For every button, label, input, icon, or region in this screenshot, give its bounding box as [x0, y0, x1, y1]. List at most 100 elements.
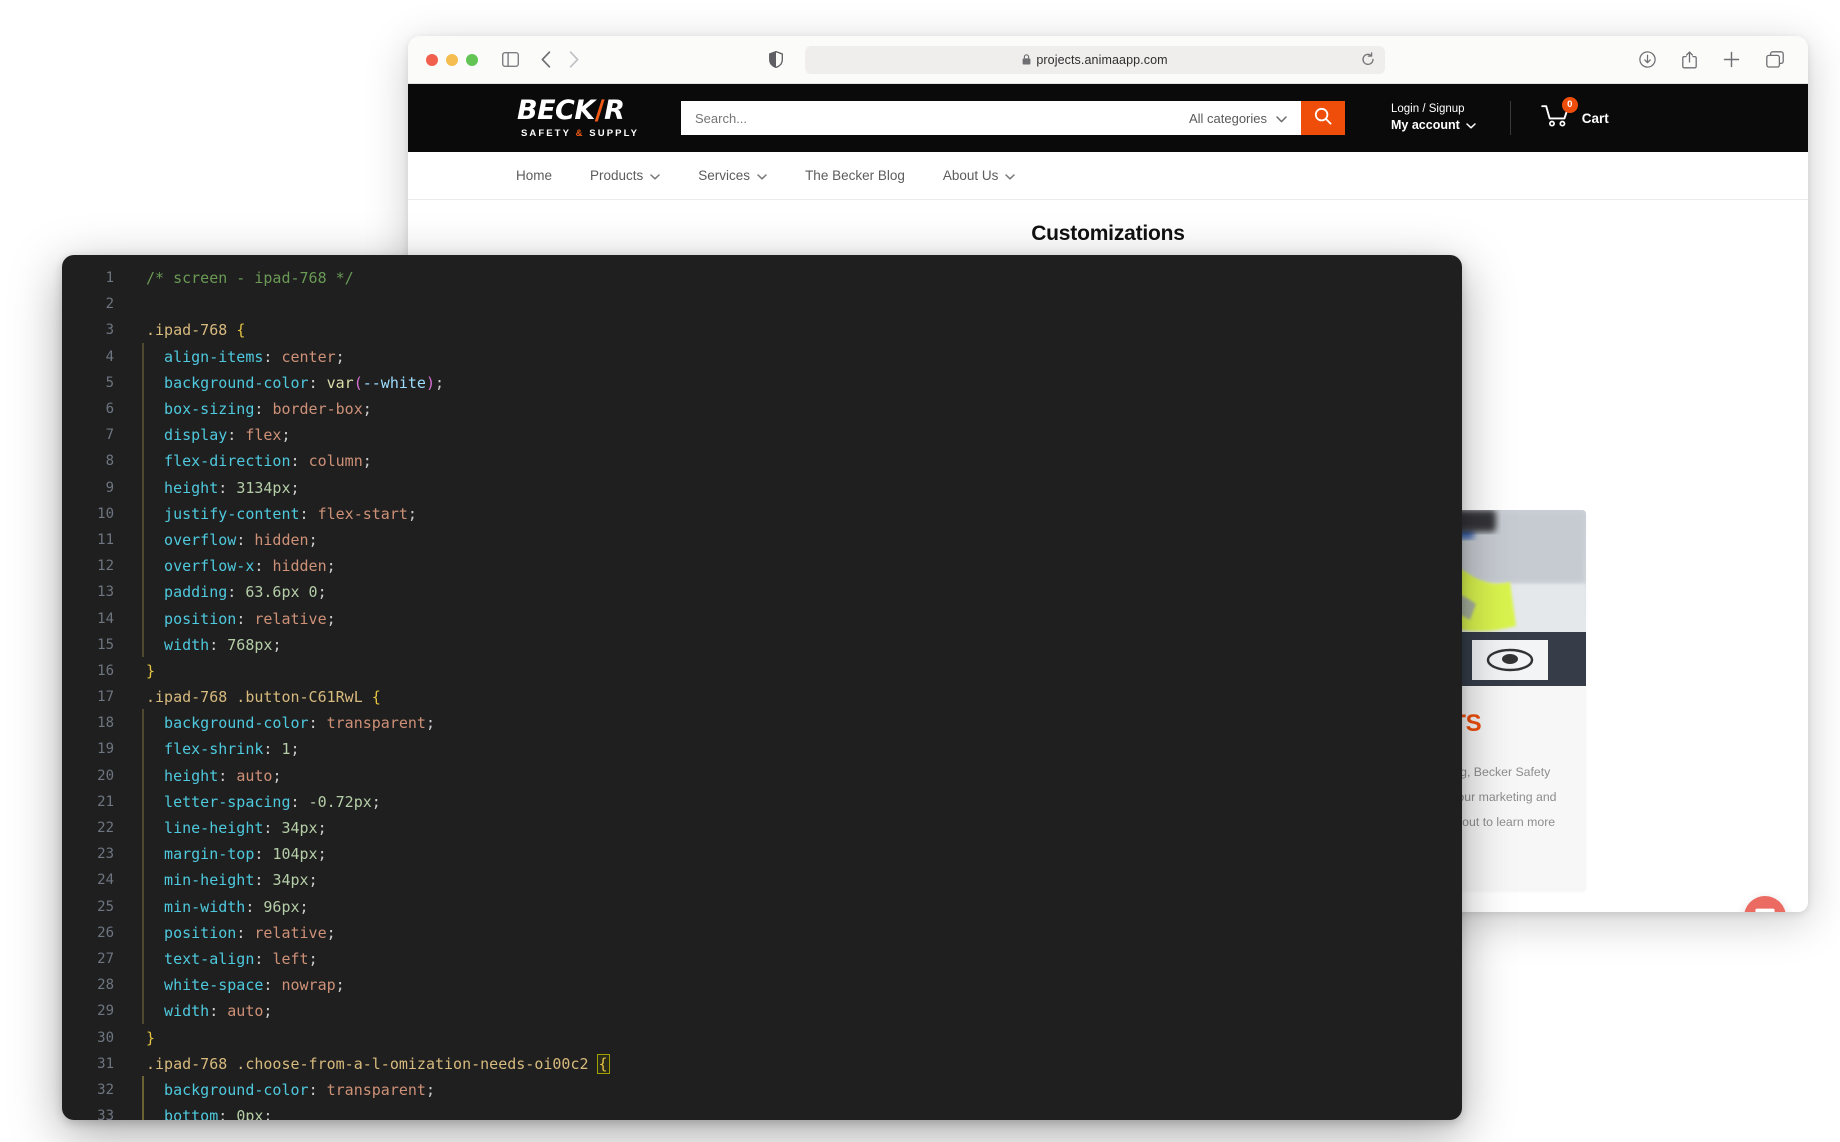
token-prop: background-color	[146, 714, 309, 732]
code-line[interactable]: 18 background-color: transparent;	[62, 710, 1462, 736]
code-line[interactable]: 10 justify-content: flex-start;	[62, 501, 1462, 527]
token-punc: ;	[336, 976, 345, 994]
token-val: auto	[227, 1002, 263, 1020]
becker-logo[interactable]: BECK∕R SAFETY & SUPPLY	[517, 97, 643, 139]
token-val: hidden	[272, 557, 326, 575]
code-line[interactable]: 19 flex-shrink: 1;	[62, 736, 1462, 762]
code-text: text-align: left;	[136, 950, 318, 968]
category-select[interactable]: All categories	[1185, 101, 1301, 135]
code-line[interactable]: 17.ipad-768 .button-C61RwL {	[62, 684, 1462, 710]
code-text: justify-content: flex-start;	[136, 505, 417, 523]
token-prop: background-color	[146, 1081, 309, 1099]
token-brace: {	[598, 1055, 609, 1073]
code-text: min-width: 96px;	[136, 898, 309, 916]
code-line[interactable]: 31.ipad-768 .choose-from-a-l-omization-n…	[62, 1051, 1462, 1077]
reload-icon[interactable]	[1361, 52, 1375, 67]
line-number: 21	[62, 794, 136, 810]
token-punc: :	[218, 479, 236, 497]
tab-overview-icon[interactable]	[1766, 51, 1784, 68]
code-text: position: relative;	[136, 924, 336, 942]
search-input[interactable]	[681, 101, 1185, 135]
code-line[interactable]: 2	[62, 291, 1462, 317]
code-line[interactable]: 24 min-height: 34px;	[62, 867, 1462, 893]
nav-item-products[interactable]: Products	[590, 168, 660, 183]
cart-count-badge: 0	[1562, 97, 1578, 113]
code-line[interactable]: 6 box-sizing: border-box;	[62, 396, 1462, 422]
token-prop: white-space	[146, 976, 263, 994]
code-line[interactable]: 15 width: 768px;	[62, 632, 1462, 658]
login-signup-link[interactable]: Login / Signup	[1391, 101, 1476, 117]
code-line[interactable]: 7 display: flex;	[62, 422, 1462, 448]
chat-bubble-icon[interactable]	[1744, 896, 1786, 912]
cart-button[interactable]: 0 Cart	[1541, 104, 1609, 133]
account-menu[interactable]: Login / Signup My account	[1391, 101, 1476, 135]
token-prop: background-color	[146, 374, 309, 392]
code-lines[interactable]: 1/* screen - ipad-768 */23.ipad-768 {4 a…	[62, 255, 1462, 1120]
sidebar-toggle-icon[interactable]	[502, 52, 519, 67]
my-account-button[interactable]: My account	[1391, 117, 1476, 135]
lock-icon	[1022, 54, 1031, 65]
code-line[interactable]: 21 letter-spacing: -0.72px;	[62, 789, 1462, 815]
code-line[interactable]: 20 height: auto;	[62, 763, 1462, 789]
code-line[interactable]: 16}	[62, 658, 1462, 684]
minimize-window-button[interactable]	[446, 54, 458, 66]
token-punc: :	[218, 767, 236, 785]
token-val: center	[281, 348, 335, 366]
code-line[interactable]: 23 margin-top: 104px;	[62, 841, 1462, 867]
code-line[interactable]: 1/* screen - ipad-768 */	[62, 265, 1462, 291]
privacy-shield-icon[interactable]	[769, 51, 783, 68]
code-line[interactable]: 5 background-color: var(--white);	[62, 370, 1462, 396]
chevron-down-icon	[1276, 111, 1287, 126]
token-punc: ;	[426, 1081, 435, 1099]
nav-item-home[interactable]: Home	[516, 168, 552, 183]
line-number: 24	[62, 872, 136, 888]
code-line[interactable]: 30}	[62, 1024, 1462, 1050]
share-icon[interactable]	[1682, 51, 1697, 69]
token-punc: ;	[300, 898, 309, 916]
code-line[interactable]: 33 bottom: 0px;	[62, 1103, 1462, 1120]
code-line[interactable]: 8 flex-direction: column;	[62, 448, 1462, 474]
code-line[interactable]: 9 height: 3134px;	[62, 475, 1462, 501]
token-val: left	[272, 950, 308, 968]
code-text: padding: 63.6px 0;	[136, 583, 327, 601]
line-number: 3	[62, 322, 136, 338]
back-arrow-icon[interactable]	[541, 51, 551, 68]
code-line[interactable]: 28 white-space: nowrap;	[62, 972, 1462, 998]
plus-icon[interactable]	[1723, 51, 1740, 68]
forward-arrow-icon[interactable]	[569, 51, 579, 68]
nav-item-services[interactable]: Services	[698, 168, 767, 183]
line-number: 19	[62, 741, 136, 757]
token-punc: :	[236, 924, 254, 942]
nav-label: Services	[698, 168, 750, 183]
code-editor-panel[interactable]: 1/* screen - ipad-768 */23.ipad-768 {4 a…	[62, 255, 1462, 1120]
token-num: 96px	[263, 898, 299, 916]
code-line[interactable]: 11 overflow: hidden;	[62, 527, 1462, 553]
code-line[interactable]: 3.ipad-768 {	[62, 317, 1462, 343]
code-line[interactable]: 26 position: relative;	[62, 920, 1462, 946]
search-button[interactable]	[1301, 101, 1345, 135]
code-line[interactable]: 27 text-align: left;	[62, 946, 1462, 972]
window-traffic-lights[interactable]	[426, 54, 478, 66]
line-number: 32	[62, 1082, 136, 1098]
token-prop: bottom	[146, 1107, 218, 1120]
code-line[interactable]: 29 width: auto;	[62, 998, 1462, 1024]
nav-item-about-us[interactable]: About Us	[943, 168, 1016, 183]
line-number: 26	[62, 925, 136, 941]
maximize-window-button[interactable]	[466, 54, 478, 66]
screenshot-root: projects.animaapp.com	[0, 0, 1840, 1142]
token-prop: padding	[146, 583, 227, 601]
code-line[interactable]: 25 min-width: 96px;	[62, 894, 1462, 920]
code-line[interactable]: 22 line-height: 34px;	[62, 815, 1462, 841]
code-text: box-sizing: border-box;	[136, 400, 372, 418]
download-icon[interactable]	[1639, 51, 1656, 68]
code-line[interactable]: 4 align-items: center;	[62, 344, 1462, 370]
code-line[interactable]: 13 padding: 63.6px 0;	[62, 579, 1462, 605]
code-text: flex-direction: column;	[136, 452, 372, 470]
token-val: column	[309, 452, 363, 470]
code-line[interactable]: 14 position: relative;	[62, 605, 1462, 631]
code-line[interactable]: 32 background-color: transparent;	[62, 1077, 1462, 1103]
nav-item-becker-blog[interactable]: The Becker Blog	[805, 168, 905, 183]
close-window-button[interactable]	[426, 54, 438, 66]
code-line[interactable]: 12 overflow-x: hidden;	[62, 553, 1462, 579]
url-bar[interactable]: projects.animaapp.com	[805, 46, 1385, 74]
